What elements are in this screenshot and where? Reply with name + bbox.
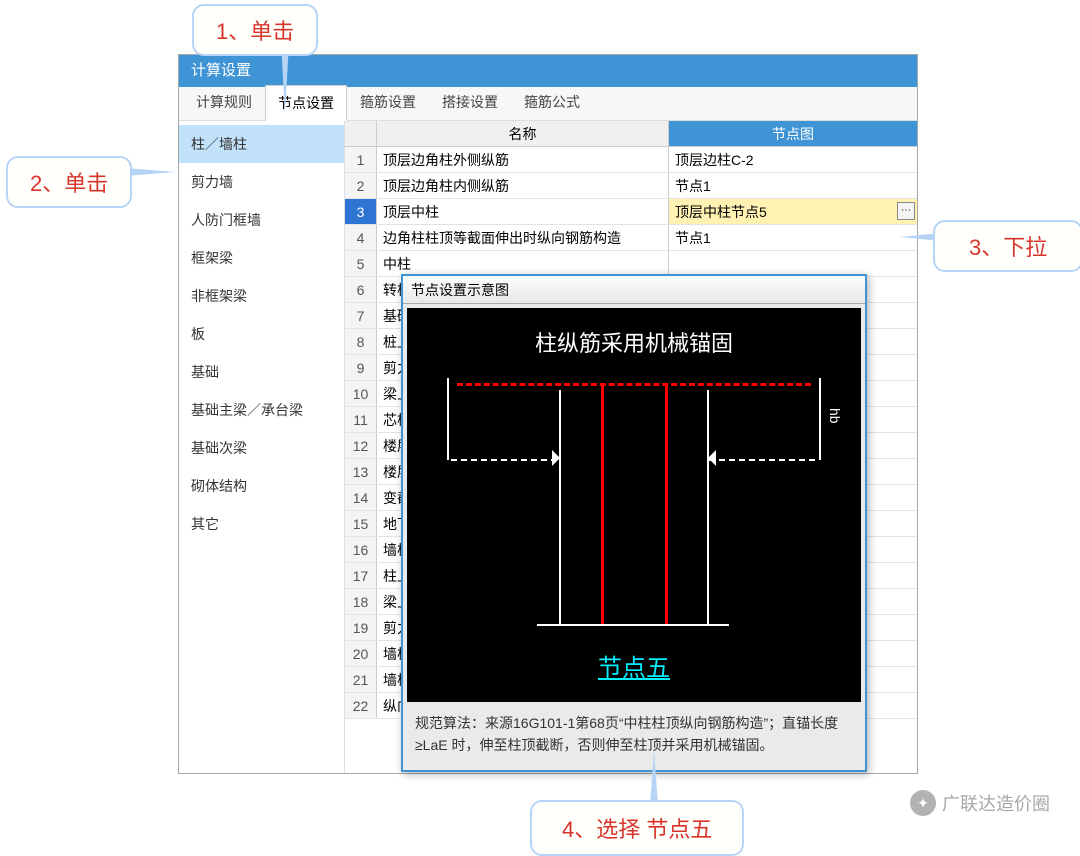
cell-name[interactable]: 顶层边角柱内侧纵筋 bbox=[377, 173, 669, 198]
row-index: 1 bbox=[345, 147, 377, 172]
cell-name[interactable]: 边角柱柱顶等截面伸出时纵向钢筋构造 bbox=[377, 225, 669, 250]
cell-node[interactable]: 节点1 bbox=[669, 173, 917, 198]
cell-name[interactable]: 顶层中柱 bbox=[377, 199, 669, 224]
window-title: 计算设置 bbox=[179, 55, 917, 87]
col-index bbox=[345, 121, 377, 146]
table-row[interactable]: 2顶层边角柱内侧纵筋节点1 bbox=[345, 173, 917, 199]
dia-v bbox=[819, 378, 821, 460]
row-index: 7 bbox=[345, 303, 377, 328]
dim-hb: hb bbox=[827, 408, 843, 424]
cell-node[interactable]: 节点1 bbox=[669, 225, 917, 250]
col-name: 名称 bbox=[377, 121, 669, 146]
tab-stirrup-setting[interactable]: 箍筋设置 bbox=[347, 84, 429, 120]
cell-name[interactable]: 顶层边角柱外侧纵筋 bbox=[377, 147, 669, 172]
row-index: 19 bbox=[345, 615, 377, 640]
row-index: 22 bbox=[345, 693, 377, 718]
dia-rebar bbox=[601, 385, 604, 625]
sidebar-item[interactable]: 柱／墙柱 bbox=[179, 125, 344, 163]
tab-stirrup-formula[interactable]: 箍筋公式 bbox=[511, 84, 593, 120]
row-index: 6 bbox=[345, 277, 377, 302]
dia-v bbox=[559, 390, 561, 624]
row-index: 2 bbox=[345, 173, 377, 198]
watermark: ✦ 广联达造价圈 bbox=[910, 790, 1050, 816]
row-index: 9 bbox=[345, 355, 377, 380]
diagram-popup: 节点设置示意图 柱纵筋采用机械锚固 hb 节点五 规范算法：来源16G101-1… bbox=[401, 274, 867, 772]
row-index: 20 bbox=[345, 641, 377, 666]
sidebar-item[interactable]: 剪力墙 bbox=[179, 163, 344, 201]
dia-line bbox=[407, 310, 781, 312]
dia-dash bbox=[451, 459, 557, 461]
table-row[interactable]: 1顶层边角柱外侧纵筋顶层边柱C-2 bbox=[345, 147, 917, 173]
sidebar-item[interactable]: 人防门框墙 bbox=[179, 201, 344, 239]
callout-tail bbox=[650, 750, 658, 805]
notch-icon bbox=[700, 448, 716, 470]
table-header: 名称 节点图 bbox=[345, 121, 917, 147]
tab-lap-setting[interactable]: 搭接设置 bbox=[429, 84, 511, 120]
wechat-icon: ✦ bbox=[910, 790, 936, 816]
row-index: 4 bbox=[345, 225, 377, 250]
sidebar-item[interactable]: 框架梁 bbox=[179, 239, 344, 277]
dia-v bbox=[447, 378, 449, 460]
cell-node[interactable]: 顶层边柱C-2 bbox=[669, 147, 917, 172]
row-index: 17 bbox=[345, 563, 377, 588]
row-index: 16 bbox=[345, 537, 377, 562]
row-index: 14 bbox=[345, 485, 377, 510]
callout-tail bbox=[126, 168, 176, 176]
sidebar-item[interactable]: 板 bbox=[179, 315, 344, 353]
row-index: 3 bbox=[345, 199, 377, 224]
row-index: 21 bbox=[345, 667, 377, 692]
diagram-heading: 柱纵筋采用机械锚固 bbox=[407, 326, 861, 358]
dia-dash bbox=[709, 459, 815, 461]
row-index: 18 bbox=[345, 589, 377, 614]
node-five-label[interactable]: 节点五 bbox=[407, 648, 861, 683]
notch-icon bbox=[552, 448, 568, 470]
row-index: 15 bbox=[345, 511, 377, 536]
dia-foot bbox=[537, 624, 729, 626]
callout-2: 2、单击 bbox=[6, 156, 132, 208]
row-index: 5 bbox=[345, 251, 377, 276]
row-index: 8 bbox=[345, 329, 377, 354]
sidebar-item[interactable]: 砌体结构 bbox=[179, 467, 344, 505]
row-index: 10 bbox=[345, 381, 377, 406]
sidebar-item[interactable]: 基础次梁 bbox=[179, 429, 344, 467]
cell-name[interactable]: 中柱 bbox=[377, 251, 669, 276]
dia-v bbox=[707, 390, 709, 624]
callout-1: 1、单击 bbox=[192, 4, 318, 56]
popup-description: 规范算法：来源16G101-1第68页“中柱柱顶纵向钢筋构造”；直锚长度≥LaE… bbox=[403, 702, 865, 767]
tab-node-setting[interactable]: 节点设置 bbox=[265, 85, 347, 121]
col-node[interactable]: 节点图 bbox=[669, 121, 917, 146]
dia-red-dash bbox=[457, 383, 811, 386]
row-index: 13 bbox=[345, 459, 377, 484]
popup-title: 节点设置示意图 bbox=[403, 276, 865, 304]
table-row[interactable]: 4边角柱柱顶等截面伸出时纵向钢筋构造节点1 bbox=[345, 225, 917, 251]
row-index: 11 bbox=[345, 407, 377, 432]
sidebar-item[interactable]: 其它 bbox=[179, 505, 344, 543]
tab-bar: 计算规则 节点设置 箍筋设置 搭接设置 箍筋公式 bbox=[179, 87, 917, 121]
sidebar-item[interactable]: 基础主梁／承台梁 bbox=[179, 391, 344, 429]
cell-node[interactable] bbox=[669, 251, 917, 276]
sidebar: 柱／墙柱剪力墙人防门框墙框架梁非框架梁板基础基础主梁／承台梁基础次梁砌体结构其它 bbox=[179, 121, 345, 773]
callout-3: 3、下拉 bbox=[933, 220, 1080, 272]
watermark-text: 广联达造价圈 bbox=[942, 790, 1050, 816]
table-row[interactable]: 3顶层中柱顶层中柱节点5⋯ bbox=[345, 199, 917, 225]
cell-node[interactable]: 顶层中柱节点5⋯ bbox=[669, 199, 917, 224]
sidebar-item[interactable]: 基础 bbox=[179, 353, 344, 391]
dropdown-button[interactable]: ⋯ bbox=[897, 202, 915, 220]
tab-calc-rule[interactable]: 计算规则 bbox=[183, 84, 265, 120]
row-index: 12 bbox=[345, 433, 377, 458]
sidebar-item[interactable]: 非框架梁 bbox=[179, 277, 344, 315]
dia-rebar bbox=[665, 385, 668, 625]
diagram-canvas: 柱纵筋采用机械锚固 hb 节点五 bbox=[407, 308, 861, 702]
